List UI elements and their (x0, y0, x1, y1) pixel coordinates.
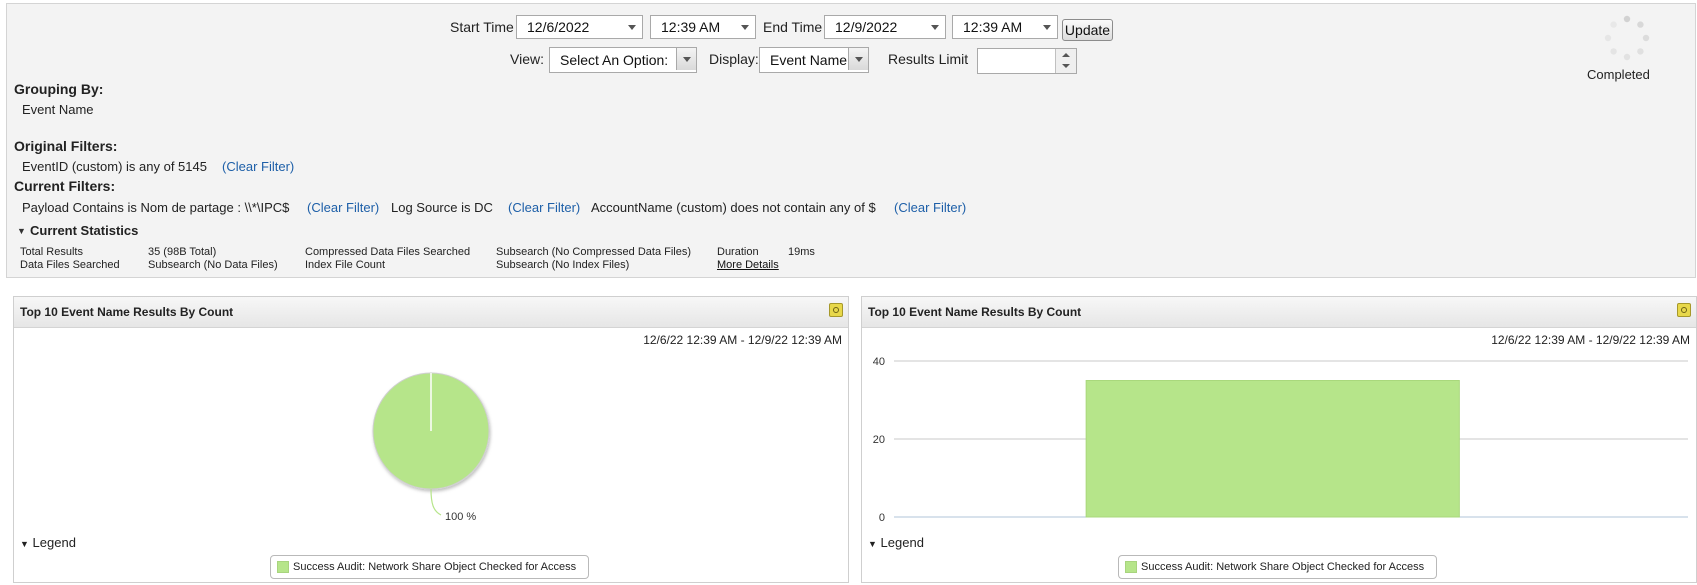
panel-header: Top 10 Event Name Results By Count (14, 297, 848, 328)
stat-value: Subsearch (No Compressed Data Files) (496, 246, 692, 258)
view-select[interactable]: Select An Option: (549, 47, 697, 73)
clear-filter-link[interactable]: (Clear Filter) (307, 200, 379, 215)
start-time-field[interactable]: 12:39 AM (650, 15, 756, 39)
original-filter-text: EventID (custom) is any of 5145 (22, 159, 207, 174)
stat-value: Subsearch (No Index Files) (496, 259, 630, 271)
legend-item-label: Success Audit: Network Share Object Chec… (293, 561, 577, 573)
statistics-heading[interactable]: Current Statistics (30, 223, 138, 238)
original-filters-heading: Original Filters: (14, 138, 118, 154)
end-date-value: 12/9/2022 (835, 19, 898, 35)
legend-toggle-label: Legend (880, 535, 924, 550)
display-label: Display: (709, 51, 759, 67)
search-summary-area: Start Time 12/6/2022 12:39 AM End Time 1… (6, 3, 1696, 278)
pie-label-connector (430, 488, 442, 516)
results-limit-input[interactable] (977, 48, 1077, 74)
start-time-value: 12:39 AM (661, 19, 721, 35)
y-tick-label: 40 (873, 356, 885, 368)
legend-item[interactable]: Success Audit: Network Share Object Chec… (270, 555, 590, 579)
pie-chart-panel: Top 10 Event Name Results By Count 12/6/… (13, 296, 849, 583)
panel-title: Top 10 Event Name Results By Count (868, 305, 1082, 319)
display-select-value: Event Name (770, 52, 848, 68)
chevron-down-icon (628, 25, 636, 30)
update-button[interactable]: Update (1062, 19, 1113, 41)
chevron-down-icon (741, 25, 749, 30)
y-tick-label: 0 (879, 512, 885, 524)
view-label: View: (510, 51, 544, 67)
panel-title: Top 10 Event Name Results By Count (20, 305, 234, 319)
chevron-down-icon[interactable] (1062, 64, 1070, 68)
stat-label: Total Results (20, 246, 83, 258)
stat-label: Data Files Searched (20, 259, 120, 271)
grouping-value: Event Name (22, 102, 94, 117)
start-time-label: Start Time (450, 19, 514, 35)
bar-chart: 0 20 40 (873, 356, 1688, 524)
view-select-value: Select An Option: (560, 52, 669, 68)
panel-header: Top 10 Event Name Results By Count (862, 297, 1696, 328)
results-limit-label: Results Limit (888, 51, 969, 67)
chevron-down-icon (931, 25, 939, 30)
stat-label: Compressed Data Files Searched (305, 246, 471, 258)
legend-toggle-label: Legend (32, 535, 76, 550)
stepper-arrows[interactable] (1055, 49, 1076, 73)
start-date-value: 12/6/2022 (527, 19, 590, 35)
stat-label: Duration (717, 246, 759, 258)
stat-value: 35 (98B Total) (148, 246, 217, 258)
display-select[interactable]: Event Name (759, 47, 869, 73)
end-time-value: 12:39 AM (963, 19, 1023, 35)
legend-item[interactable]: Success Audit: Network Share Object Chec… (1118, 555, 1438, 579)
bar[interactable] (1085, 380, 1460, 518)
stat-label: Index File Count (305, 259, 386, 271)
panel-settings-icon[interactable] (829, 303, 843, 317)
more-details-link[interactable]: More Details (717, 259, 779, 271)
bar-chart-panel: Top 10 Event Name Results By Count 12/6/… (861, 296, 1697, 583)
pie-slice-label: 100 % (445, 511, 476, 523)
current-filter-text: AccountName (custom) does not contain an… (591, 200, 876, 215)
collapse-triangle-icon: ▼ (868, 539, 877, 549)
pie-chart: 100 % (372, 372, 490, 523)
end-time-field[interactable]: 12:39 AM (952, 15, 1058, 39)
collapse-triangle-icon[interactable]: ▼ (17, 226, 26, 236)
end-time-label: End Time (763, 19, 823, 35)
legend-swatch (1125, 561, 1137, 573)
stat-value: 19ms (788, 246, 815, 258)
loading-spinner-icon (1604, 15, 1650, 61)
legend-item-label: Success Audit: Network Share Object Chec… (1141, 561, 1425, 573)
chevron-down-icon (1043, 25, 1051, 30)
current-filter-text: Log Source is DC (391, 200, 493, 215)
chevron-down-icon (855, 57, 863, 62)
current-filters-heading: Current Filters: (14, 178, 116, 194)
legend-toggle[interactable]: ▼ Legend (20, 535, 76, 550)
chevron-down-icon (683, 57, 691, 62)
collapse-triangle-icon: ▼ (20, 539, 29, 549)
clear-filter-link[interactable]: (Clear Filter) (894, 200, 966, 215)
status-text: Completed (1587, 67, 1650, 82)
stat-value: Subsearch (No Data Files) (148, 259, 278, 271)
grouping-heading: Grouping By: (14, 81, 104, 97)
start-date-field[interactable]: 12/6/2022 (516, 15, 643, 39)
panel-settings-icon[interactable] (1677, 303, 1691, 317)
chevron-up-icon[interactable] (1062, 53, 1070, 57)
legend-toggle[interactable]: ▼ Legend (868, 535, 924, 550)
current-filter-text: Payload Contains is Nom de partage : \\*… (22, 200, 290, 215)
y-tick-label: 20 (873, 434, 885, 446)
clear-filter-link[interactable]: (Clear Filter) (222, 159, 294, 174)
end-date-field[interactable]: 12/9/2022 (824, 15, 946, 39)
legend-swatch (277, 561, 289, 573)
clear-filter-link[interactable]: (Clear Filter) (508, 200, 580, 215)
